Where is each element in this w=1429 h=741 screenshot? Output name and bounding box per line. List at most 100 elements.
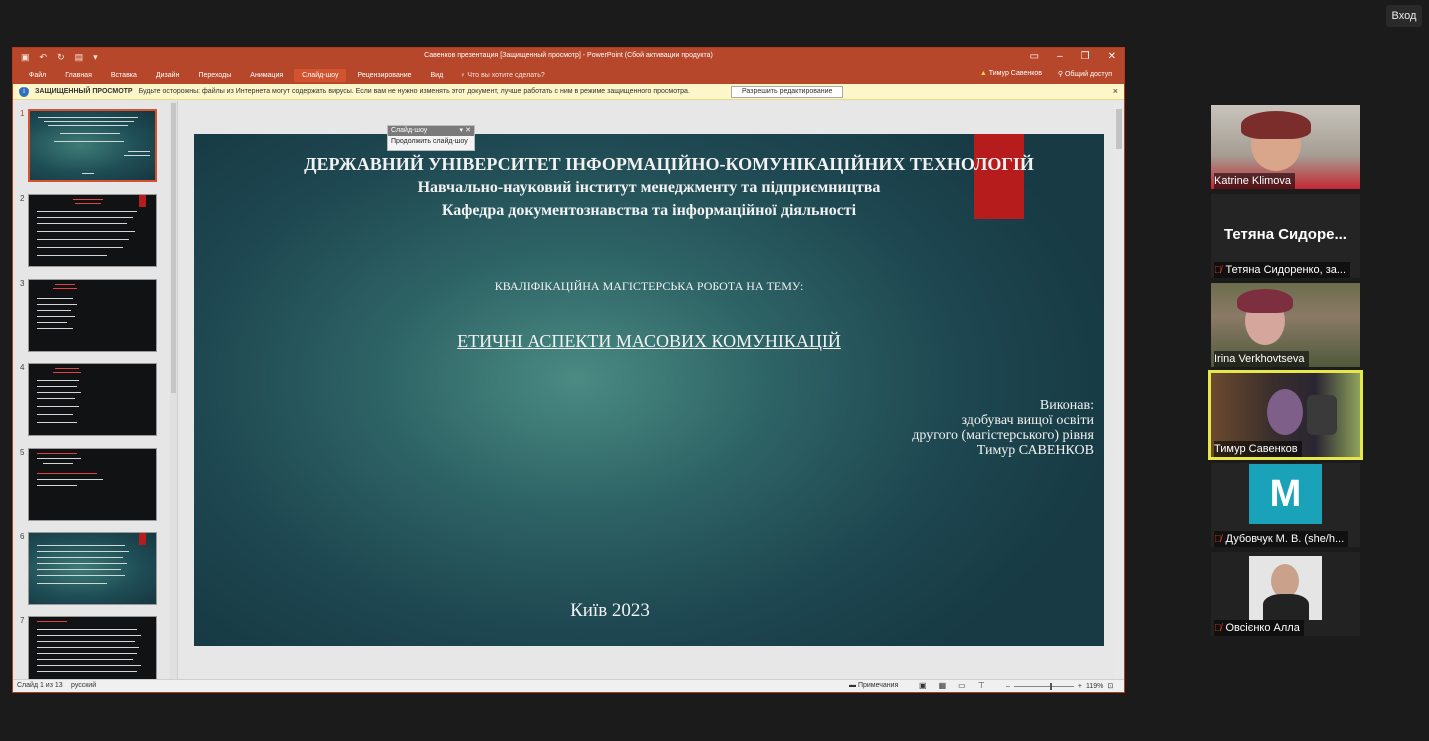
tab-insert[interactable]: Вставка: [103, 69, 145, 82]
author-line: другого (магістерського) рівня: [912, 428, 1094, 443]
slideshow-popup: Слайд-шоу ▾ ✕ Продолжить слайд-шоу: [387, 125, 475, 151]
tell-me-text: Что вы хотите сделать?: [467, 71, 545, 79]
participant-name: Katrine Klimova: [1214, 173, 1296, 189]
author-line: Виконав:: [1039, 398, 1094, 413]
participant-display-name: Тетяна Сидоре...: [1224, 226, 1347, 243]
thumbnail-2[interactable]: 2: [13, 194, 171, 270]
tab-file[interactable]: Файл: [21, 69, 54, 82]
resume-slideshow-button[interactable]: Продолжить слайд-шоу: [388, 136, 474, 147]
close-bar-icon[interactable]: ×: [1113, 86, 1118, 96]
normal-view-icon[interactable]: ▣: [919, 681, 927, 690]
enable-editing-button[interactable]: Разрешить редактирование: [731, 86, 844, 98]
mic-muted-icon: 🎙̸: [1214, 265, 1222, 276]
participant-tile[interactable]: Тетяна Сидоре... 🎙̸ Тетяна Сидоренко, за.…: [1211, 194, 1360, 278]
thumbnail-image: [28, 532, 157, 605]
slideshow-view-icon[interactable]: ⊤: [978, 681, 985, 690]
author-line: Тимур САВЕНКОВ: [976, 443, 1094, 458]
thumbnail-image: [28, 448, 157, 521]
tab-design[interactable]: Дизайн: [148, 69, 188, 82]
slide-thumbnail-pane: 1 2 3 4 5 6 7: [13, 101, 178, 689]
editor-scrollbar[interactable]: [1114, 101, 1124, 681]
slide-topic: ЕТИЧНІ АСПЕКТИ МАСОВИХ КОМУНІКАЦІЙ: [457, 331, 841, 351]
notes-icon: ▬: [849, 682, 858, 689]
zoom-out-button[interactable]: –: [1006, 683, 1010, 690]
participant-tile[interactable]: 🎙̸ Овсієнко Алла: [1211, 552, 1360, 636]
slide-author-block: Виконав: здобувач вищої освіти другого (…: [912, 398, 1094, 458]
account-user[interactable]: ▲ Тимур Савенков: [980, 70, 1042, 77]
participant-avatar: [1249, 556, 1322, 620]
language-indicator[interactable]: русский: [71, 682, 96, 689]
zoom-in-button[interactable]: +: [1078, 683, 1082, 690]
thumbnail-5[interactable]: 5: [13, 448, 171, 524]
notes-label: Примечания: [857, 682, 899, 689]
share-button[interactable]: ⚲ Общий доступ: [1058, 70, 1112, 78]
participant-tile-speaking[interactable]: Тимур Савенков: [1208, 370, 1363, 460]
tab-review[interactable]: Рецензирование: [349, 69, 419, 82]
thumbnail-4[interactable]: 4: [13, 363, 171, 439]
title-bar: ▣ ↶ ↻ ▤ ▾ Савенков презентация [Защищенн…: [13, 48, 1124, 66]
participant-tile[interactable]: M 🎙̸ Дубовчук М. В. (she/h...: [1211, 463, 1360, 547]
thumbnail-image: [28, 194, 157, 267]
slideshow-popup-title: Слайд-шоу: [391, 127, 428, 134]
tab-slideshow[interactable]: Слайд-шоу: [294, 68, 347, 82]
minimize-button[interactable]: –: [1057, 50, 1063, 64]
participant-name: 🎙̸ Дубовчук М. В. (she/h...: [1214, 531, 1349, 547]
protected-view-message: Будьте осторожны: файлы из Интернета мог…: [138, 88, 690, 95]
zoom-control: – + 119% ⊡: [1006, 682, 1113, 690]
warning-icon: ▲: [979, 70, 989, 77]
thumbnail-scrollbar[interactable]: [170, 101, 177, 681]
thumbnail-number: 1: [20, 109, 25, 118]
zoom-level[interactable]: 119%: [1086, 683, 1103, 690]
share-label: Общий доступ: [1064, 71, 1112, 78]
slide-counter: Слайд 1 из 13: [17, 682, 63, 689]
tab-view[interactable]: Вид: [423, 69, 452, 82]
sorter-view-icon[interactable]: ▦: [939, 681, 947, 690]
thumbnail-image: [28, 279, 157, 352]
person-icon: ⚲: [1057, 71, 1065, 78]
slide-university: ДЕРЖАВНИЙ УНІВЕРСИТЕТ ІНФОРМАЦІЙНО-КОМУН…: [304, 154, 1034, 174]
notes-button[interactable]: ▬ Примечания: [849, 682, 898, 689]
restore-button[interactable]: ❐: [1081, 50, 1090, 64]
participant-tile[interactable]: Katrine Klimova: [1211, 105, 1360, 189]
zoom-slider[interactable]: [1013, 682, 1074, 690]
thumbnail-1[interactable]: 1: [13, 109, 171, 185]
slide-subtitle: КВАЛІФІКАЦІЙНА МАГІСТЕРСЬКА РОБОТА НА ТЕ…: [494, 279, 804, 293]
shield-icon: i: [19, 86, 29, 97]
slide-department: Кафедра документознавства та інформаційн…: [441, 202, 857, 219]
tell-me-box[interactable]: ♀ Что вы хотите сделать?: [460, 72, 545, 79]
thumbnail-number: 2: [20, 194, 25, 203]
participant-name: Irina Verkhovtseva: [1214, 351, 1309, 367]
tab-animations[interactable]: Анимация: [242, 69, 291, 82]
close-icon[interactable]: ✕: [465, 126, 471, 136]
protected-view-bar: i ЗАЩИЩЕННЫЙ ПРОСМОТР Будьте осторожны: …: [13, 84, 1124, 100]
enter-button[interactable]: Вход: [1386, 5, 1422, 27]
status-bar: Слайд 1 из 13 русский ▬ Примечания ▣ ▦ ▭…: [13, 679, 1124, 692]
slide-institute: Навчально-науковий інститут менеджменту …: [417, 179, 881, 196]
reading-view-icon[interactable]: ▭: [958, 681, 966, 690]
author-line: здобувач вищої освіти: [961, 413, 1094, 428]
participant-tile[interactable]: Irina Verkhovtseva: [1211, 283, 1360, 367]
thumbnail-image: [28, 109, 157, 182]
dropdown-icon[interactable]: ▾: [459, 126, 463, 136]
participant-name: Тимур Савенков: [1214, 441, 1302, 457]
thumbnail-number: 3: [20, 279, 25, 288]
protected-view-label: ЗАЩИЩЕННЫЙ ПРОСМОТР: [35, 88, 133, 95]
thumbnail-6[interactable]: 6: [13, 532, 171, 608]
thumbnail-number: 5: [20, 448, 25, 457]
mic-muted-icon: 🎙̸: [1214, 534, 1222, 545]
mic-muted-icon: 🎙̸: [1214, 623, 1222, 634]
thumbnail-number: 7: [20, 616, 25, 625]
close-button[interactable]: ✕: [1108, 50, 1116, 64]
ribbon-options-icon[interactable]: ▭: [1030, 50, 1039, 64]
participant-name: 🎙̸ Овсієнко Алла: [1214, 620, 1304, 636]
ribbon-tabs: Файл Главная Вставка Дизайн Переходы Ани…: [13, 66, 1124, 84]
slide-editor: Слайд-шоу ▾ ✕ Продолжить слайд-шоу ДЕРЖАВ…: [179, 101, 1124, 681]
user-name: Тимур Савенков: [988, 70, 1042, 77]
thumbnail-3[interactable]: 3: [13, 279, 171, 355]
tab-home[interactable]: Главная: [57, 69, 100, 82]
tab-transitions[interactable]: Переходы: [190, 69, 239, 82]
fit-slide-icon[interactable]: ⊡: [1107, 682, 1113, 690]
current-slide[interactable]: ДЕРЖАВНИЙ УНІВЕРСИТЕТ ІНФОРМАЦІЙНО-КОМУН…: [194, 134, 1104, 646]
participant-name: 🎙̸ Тетяна Сидоренко, за...: [1214, 262, 1351, 278]
thumbnail-number: 6: [20, 532, 25, 541]
